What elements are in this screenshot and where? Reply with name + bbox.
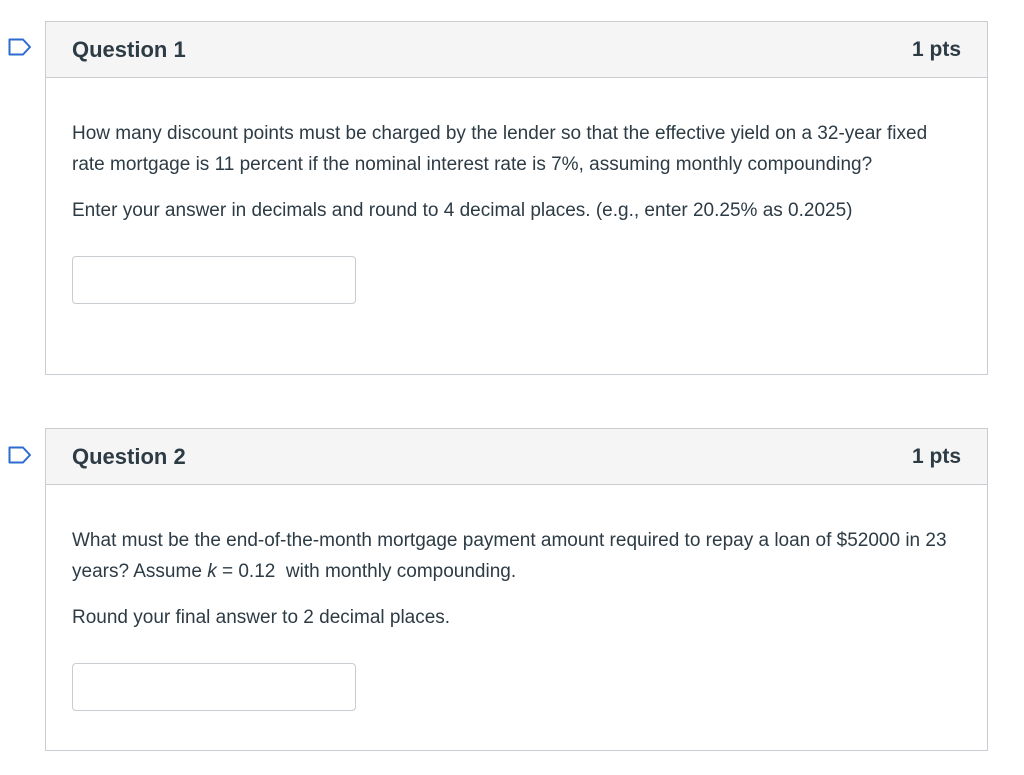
question-text: How many discount points must be charged…	[72, 123, 928, 175]
question-1: Question 1 1 pts How many discount point…	[45, 21, 988, 375]
question-body: What must be the end-of-the-month mortga…	[46, 485, 987, 749]
question-instructions: Enter your answer in decimals and round …	[72, 200, 853, 221]
answer-input[interactable]	[72, 256, 356, 304]
question-header: Question 2 1 pts	[46, 429, 987, 485]
question-title: Question 2	[72, 443, 186, 469]
question-title: Question 1	[72, 36, 186, 62]
variable-k: k	[207, 561, 217, 582]
question-instructions: Round your final answer to 2 decimal pla…	[72, 607, 451, 628]
answer-input[interactable]	[72, 663, 356, 711]
flag-question-icon[interactable]	[8, 446, 32, 464]
flag-question-icon[interactable]	[8, 38, 32, 56]
question-text-part: = 0.12 with monthly compounding.	[221, 561, 517, 582]
question-2: Question 2 1 pts What must be the end-of…	[45, 428, 988, 751]
question-text: What must be the end-of-the-month mortga…	[72, 525, 961, 587]
question-points: 1 pts	[911, 444, 961, 468]
question-body: How many discount points must be charged…	[46, 78, 987, 342]
question-header: Question 1 1 pts	[46, 22, 987, 78]
question-points: 1 pts	[911, 37, 961, 61]
